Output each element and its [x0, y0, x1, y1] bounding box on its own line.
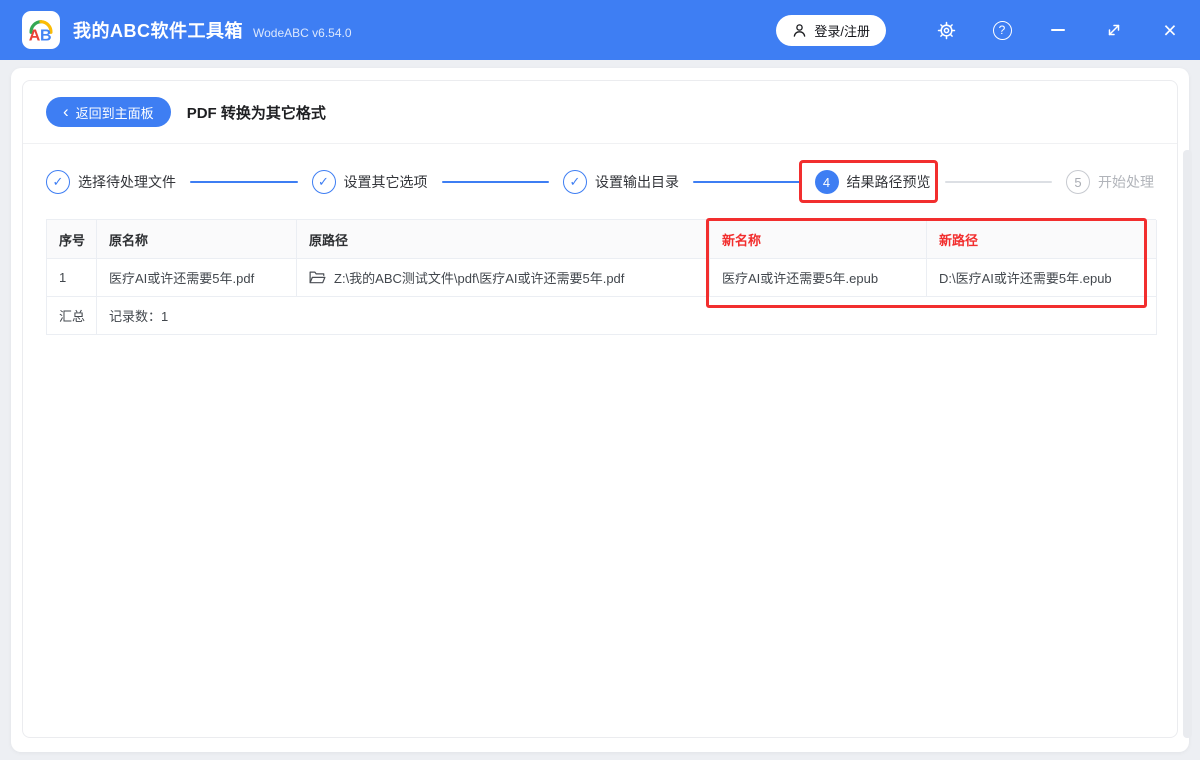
original-path-text: Z:\我的ABC测试文件\pdf\医疗AI或许还需要5年.pdf	[334, 271, 625, 286]
step-circle: ✓	[311, 170, 336, 194]
step-connector	[441, 181, 549, 183]
column-header-new-path: 新路径	[927, 220, 1157, 259]
panel-header: ‹ 返回到主面板 PDF 转换为其它格式	[23, 81, 1177, 144]
login-label: 登录/注册	[814, 23, 870, 39]
original-name-cell[interactable]: 医疗AI或许还需要5年.pdf	[97, 259, 297, 297]
column-header-index: 序号	[47, 220, 97, 259]
step-item-output-dir: ✓ 设置输出目录	[563, 170, 679, 194]
step-connector	[944, 181, 1052, 183]
step-label: 结果路径预览	[846, 174, 931, 190]
titlebar: A B 我的ABC软件工具箱 WodeABC v6.54.0 登录/注册 ? ×	[0, 0, 1200, 60]
titlebar-controls: 登录/注册 ? ×	[776, 14, 1184, 46]
step-item-result-preview: 4 结果路径预览	[814, 170, 931, 194]
summary-label-cell: 汇总	[47, 297, 97, 335]
step-label: 设置输出目录	[595, 174, 679, 190]
close-button[interactable]: ×	[1156, 16, 1184, 44]
step-number: 4	[822, 174, 831, 190]
original-path-cell[interactable]: Z:\我的ABC测试文件\pdf\医疗AI或许还需要5年.pdf	[297, 259, 710, 297]
close-icon: ×	[1163, 16, 1177, 43]
app-title-group: 我的ABC软件工具箱 WodeABC v6.54.0	[73, 17, 776, 43]
help-icon: ?	[992, 20, 1012, 40]
svg-text:A: A	[29, 26, 41, 44]
scrollbar[interactable]	[1183, 150, 1192, 738]
person-icon	[794, 23, 806, 37]
step-item-other-options: ✓ 设置其它选项	[311, 170, 428, 194]
step-label: 选择待处理文件	[78, 174, 176, 190]
settings-button[interactable]	[932, 16, 960, 44]
summary-value-cell: 记录数：1	[97, 297, 1157, 335]
app-name: 我的ABC软件工具箱	[73, 21, 243, 41]
svg-text:B: B	[40, 26, 52, 44]
help-button[interactable]: ?	[988, 16, 1016, 44]
minimize-button[interactable]	[1044, 16, 1072, 44]
login-button[interactable]: 登录/注册	[776, 14, 886, 46]
app-logo-icon: A B	[22, 11, 60, 49]
step-circle: 4	[814, 170, 839, 194]
step-label: 开始处理	[1098, 174, 1154, 190]
column-header-new-name: 新名称	[710, 220, 927, 259]
step-connector	[693, 181, 801, 183]
back-button-label: 返回到主面板	[75, 105, 154, 121]
content-panel: ‹ 返回到主面板 PDF 转换为其它格式 ✓ 选择待处理文件 ✓ 设置其它选项	[22, 80, 1178, 738]
page-title: PDF 转换为其它格式	[186, 104, 326, 122]
column-header-original-name: 原名称	[97, 220, 297, 259]
step-circle: ✓	[563, 170, 587, 194]
maximize-button[interactable]	[1100, 16, 1128, 44]
files-table: 序号 原名称 原路径 新名称 新路径 1 医疗AI或许还需要5年.pdf Z:\…	[46, 219, 1157, 335]
step-item-start-processing: 5 开始处理	[1066, 170, 1154, 194]
check-icon: ✓	[52, 174, 64, 189]
app-window: A B 我的ABC软件工具箱 WodeABC v6.54.0 登录/注册 ? ×…	[0, 0, 1200, 760]
gear-icon	[937, 21, 955, 39]
step-item-select-files: ✓ 选择待处理文件	[46, 170, 176, 194]
new-path-cell[interactable]: D:\医疗AI或许还需要5年.epub	[927, 259, 1157, 297]
check-icon: ✓	[569, 174, 581, 189]
row-index-cell[interactable]: 1	[47, 259, 97, 297]
column-header-original-path: 原路径	[297, 220, 710, 259]
back-chevron-icon: ‹	[63, 101, 69, 121]
back-button[interactable]: ‹ 返回到主面板	[46, 97, 171, 127]
app-version: WodeABC v6.54.0	[253, 26, 352, 40]
step-wizard: ✓ 选择待处理文件 ✓ 设置其它选项 ✓ 设置输出目录 4 结果路径预览 5 开…	[46, 170, 1154, 194]
step-number: 5	[1074, 174, 1082, 190]
maximize-icon	[1108, 24, 1120, 36]
step-connector	[190, 181, 298, 183]
check-icon: ✓	[318, 174, 329, 189]
minimize-icon	[1051, 29, 1065, 31]
folder-icon	[309, 271, 326, 284]
step-circle: 5	[1066, 170, 1090, 194]
new-name-cell[interactable]: 医疗AI或许还需要5年.epub	[710, 259, 927, 297]
main-card: ‹ 返回到主面板 PDF 转换为其它格式 ✓ 选择待处理文件 ✓ 设置其它选项	[11, 68, 1189, 752]
step-circle: ✓	[46, 170, 70, 194]
step-label: 设置其它选项	[343, 174, 428, 190]
